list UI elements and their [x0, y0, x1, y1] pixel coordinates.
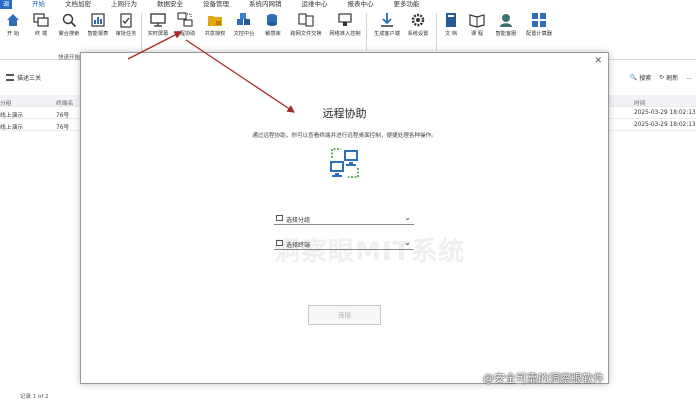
folder-lock-icon — [208, 16, 222, 26]
download-icon — [381, 13, 393, 27]
book-icon — [446, 13, 456, 27]
search-icon — [62, 13, 77, 28]
ribbon-start-button[interactable]: 开 始 — [0, 11, 26, 45]
ribbon-report-button[interactable]: 智能报表 — [85, 11, 111, 45]
ribbon-cross-net-button[interactable]: 跨网文件交换 — [289, 11, 323, 45]
ribbon-terminal-button[interactable]: 终 端 — [28, 11, 54, 45]
ribbon-live-screen-button[interactable]: 实时屏幕 — [145, 11, 171, 45]
gear-icon — [411, 13, 425, 27]
remote-assist-dialog: ✕ 远程协助 通过远程协助，你可以查看终端并进行远程桌面控制，便捷处理各种操作。… — [80, 52, 609, 384]
ribbon-sensitive-lib-button[interactable]: 敏感库 — [260, 11, 286, 45]
menu-data-security[interactable]: 数据安全 — [157, 0, 183, 9]
group-select[interactable]: 选择分组 ⌄ — [274, 213, 414, 225]
menu-intranet[interactable]: 系统内网销 — [249, 0, 282, 9]
ribbon-search-button[interactable]: 聚合搜索 — [56, 11, 82, 45]
calculator-icon — [532, 13, 546, 27]
menu-report-center[interactable]: 报表中心 — [348, 0, 374, 9]
ribbon-doc-center-button[interactable]: 文控中台 — [231, 11, 257, 45]
monitor-icon — [150, 13, 166, 27]
connect-button[interactable]: 连接 — [308, 305, 381, 325]
credit-watermark: @安全可靠的洞察眼软件 — [483, 372, 604, 385]
open-book-icon — [469, 14, 485, 28]
ribbon-remote-assist-button[interactable]: 远程协助 — [172, 11, 198, 45]
ribbon-settings-button[interactable]: 系统设置 — [404, 11, 432, 45]
subbar-left-button[interactable]: 描述三关 — [6, 73, 41, 82]
home-icon — [7, 14, 19, 26]
chevron-down-icon: ⌄ — [404, 238, 411, 247]
report-icon — [91, 13, 105, 27]
remote-desktop-icon — [330, 148, 359, 178]
terminal-icon — [33, 13, 49, 27]
ribbon-separator — [141, 13, 142, 51]
ribbon-course-button[interactable]: 课 程 — [464, 11, 490, 45]
ribbon-docs-button[interactable]: 文 档 — [438, 11, 464, 45]
network-lock-icon — [338, 13, 352, 26]
ribbon-gen-client-button[interactable]: 生成客户端 — [372, 11, 402, 45]
database-lock-icon — [267, 14, 277, 26]
menu-bar: 调 开始 文档加密 上网行为 数据安全 设备管理 系统内网销 运维中心 报表中心… — [0, 0, 696, 10]
folder-icon — [276, 215, 283, 221]
ribbon-support-button[interactable]: 智能客服 — [491, 11, 521, 45]
ribbon-group-label: 快速开始 — [58, 55, 81, 61]
clipboard-check-icon — [120, 13, 132, 28]
record-counter: 记录 1 of 2 — [20, 394, 49, 400]
menu-ops-center[interactable]: 运维中心 — [302, 0, 328, 9]
support-agent-icon — [500, 14, 512, 27]
remote-desktop-icon — [177, 12, 193, 27]
ribbon-calculator-button[interactable]: 配置计算器 — [523, 11, 555, 45]
search-icon: 🔍 — [629, 74, 638, 81]
cubes-icon — [237, 13, 250, 25]
ribbon-share-auth-button[interactable]: 共享授权 — [202, 11, 228, 45]
ribbon-approval-button[interactable]: 审批任务 — [113, 11, 139, 45]
menu-device-manage[interactable]: 设备管理 — [203, 0, 229, 9]
menu-doc-encrypt[interactable]: 文档加密 — [65, 0, 91, 9]
refresh-icon: ↻ — [659, 74, 665, 81]
ribbon-separator — [436, 13, 437, 51]
app-logo: 调 — [0, 0, 12, 9]
close-icon[interactable]: ✕ — [594, 56, 602, 66]
subbar-more-button[interactable]: ... — [686, 73, 692, 82]
ribbon-separator — [366, 13, 367, 51]
list-icon — [6, 74, 14, 81]
subbar-refresh-button[interactable]: ↻ 刷新 — [659, 73, 678, 82]
dialog-title: 远程协助 — [322, 107, 367, 120]
dialog-description: 通过远程协助，你可以查看终端并进行远程桌面控制，便捷处理各种操作。 — [252, 133, 437, 139]
subbar-search-button[interactable]: 🔍 搜索 — [630, 73, 652, 82]
monitor-icon — [276, 240, 283, 246]
file-transfer-icon — [298, 13, 314, 27]
chevron-down-icon: ⌄ — [404, 213, 411, 222]
menu-web-behavior[interactable]: 上网行为 — [111, 0, 137, 9]
terminal-select[interactable]: 选择终端 ⌄ — [274, 238, 414, 250]
menu-more[interactable]: 更多功能 — [394, 0, 420, 9]
ribbon-nac-button[interactable]: 网络准入控制 — [328, 11, 362, 45]
